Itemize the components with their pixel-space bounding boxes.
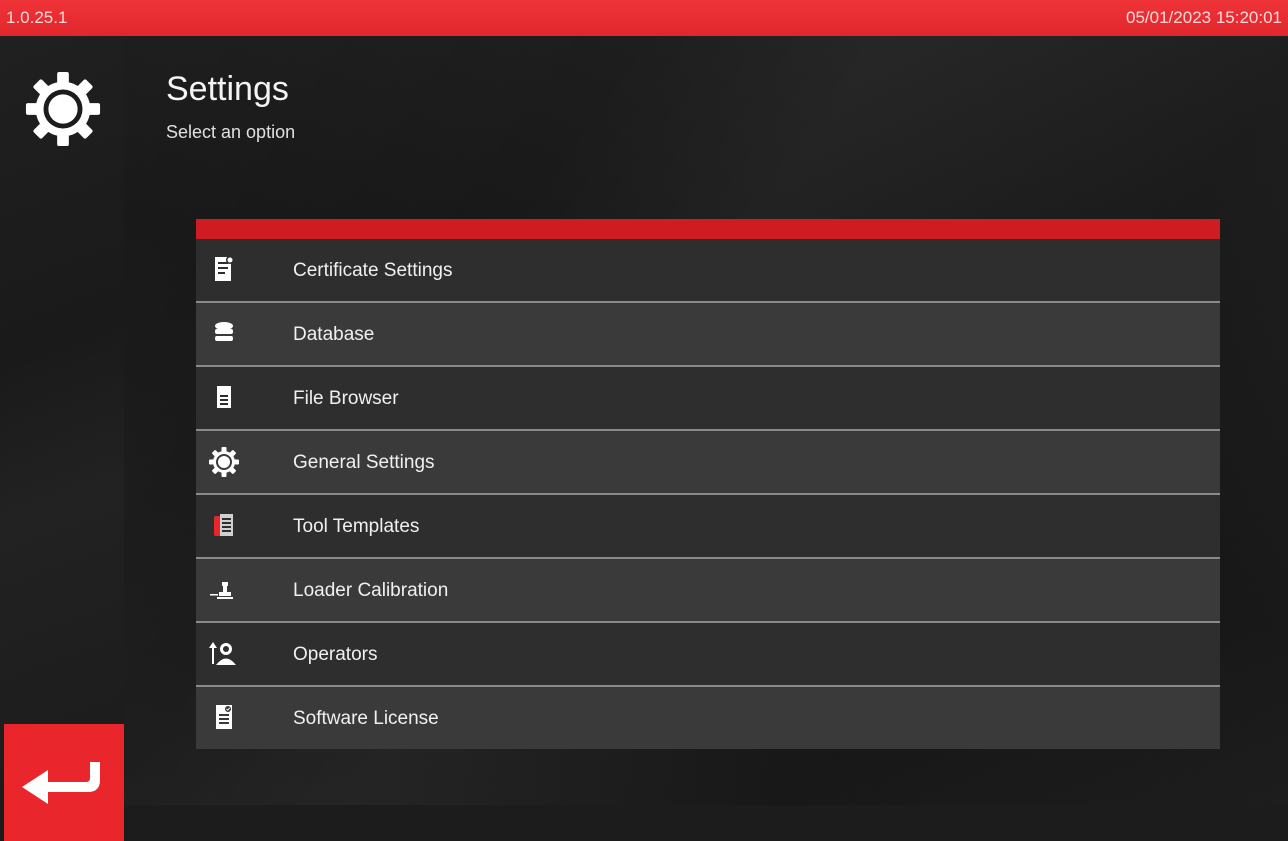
- menu-item-software-license[interactable]: Software License: [196, 687, 1220, 749]
- datetime-label: 05/01/2023 15:20:01: [1126, 8, 1282, 27]
- menu-item-label: Certificate Settings: [293, 260, 453, 281]
- sidebar: [0, 36, 124, 841]
- operator-icon: [209, 642, 236, 665]
- menu-item-loader-calibration[interactable]: Loader Calibration: [196, 559, 1220, 623]
- database-icon: [215, 322, 233, 341]
- gear-icon: [209, 447, 239, 477]
- menu-item-general-settings[interactable]: General Settings: [196, 431, 1220, 495]
- menu-item-database[interactable]: Database: [196, 303, 1220, 367]
- menu-item-tool-templates[interactable]: Tool Templates: [196, 495, 1220, 559]
- loader-icon: [210, 582, 233, 599]
- templates-icon: [214, 514, 233, 536]
- menu-item-label: Software License: [293, 708, 439, 729]
- menu-header-bar: [196, 219, 1220, 239]
- main-panel: Settings Select an option Certificate Se…: [124, 36, 1288, 805]
- return-arrow-icon: [22, 762, 100, 804]
- menu-item-label: File Browser: [293, 388, 399, 409]
- menu-item-label: Operators: [293, 644, 378, 665]
- menu-item-label: Database: [293, 324, 375, 345]
- menu-item-file-browser[interactable]: File Browser: [196, 367, 1220, 431]
- page-subtitle: Select an option: [166, 122, 296, 142]
- page-title: Settings: [166, 70, 289, 108]
- certificate-icon: [215, 256, 234, 281]
- status-bar: 1.0.25.1 05/01/2023 15:20:01: [0, 0, 1288, 36]
- gear-icon: [25, 71, 101, 147]
- menu-item-label: Tool Templates: [293, 516, 420, 537]
- menu-item-label: General Settings: [293, 452, 435, 473]
- version-label: 1.0.25.1: [6, 8, 68, 27]
- license-icon: [216, 705, 232, 729]
- menu-item-operators[interactable]: Operators: [196, 623, 1220, 687]
- settings-menu: Certificate Settings Database File Brows…: [196, 219, 1220, 749]
- menu-item-certificate-settings[interactable]: Certificate Settings: [196, 239, 1220, 303]
- file-icon: [217, 386, 231, 408]
- menu-item-label: Loader Calibration: [293, 580, 449, 601]
- back-button[interactable]: [4, 724, 124, 841]
